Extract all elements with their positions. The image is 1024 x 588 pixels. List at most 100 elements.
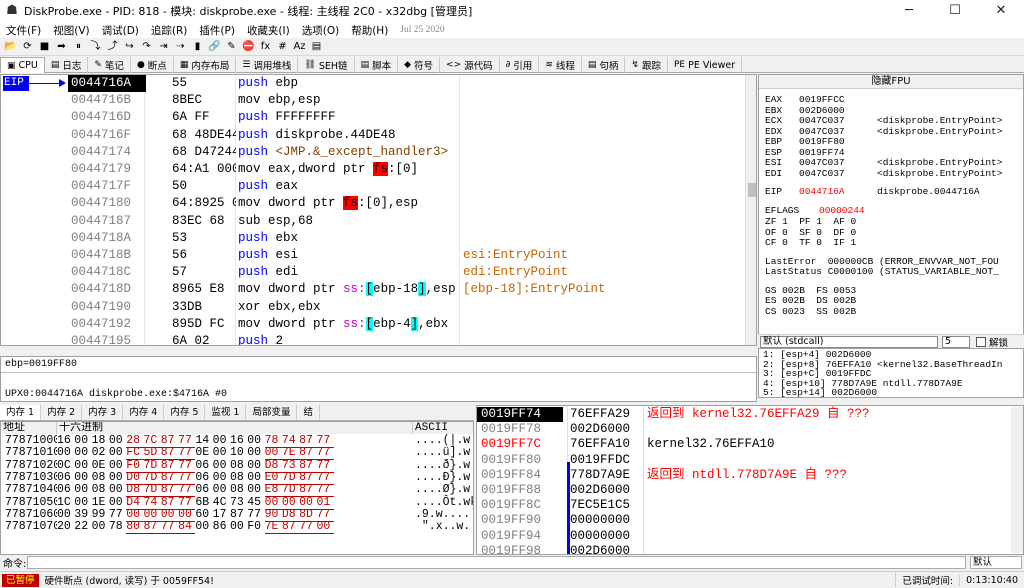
toolbar-icon[interactable]: ⤵ [88,39,103,54]
disasm-row[interactable]: 0044718C 57 push edi edi:EntryPoint [68,264,756,281]
register-line[interactable]: EDI 0047C037 <diskprobe.EntryPoint> [765,168,1002,180]
register-line[interactable]: EAX 0019FFCC [765,94,877,106]
tab-句柄[interactable]: ▤ 句柄 [582,57,626,73]
toolbar-icon[interactable]: ⇥ [156,39,171,54]
toolbar-icon[interactable]: ➡ [54,39,69,54]
menu-item[interactable]: 文件(F) [0,23,47,38]
tab-内存布局[interactable]: ▦ 内存布局 [174,57,237,73]
disasm-row[interactable]: 00447192 895D FC mov dword ptr ss:[ebp-4],… [68,316,756,333]
command-input[interactable] [27,556,966,569]
toolbar-icon[interactable]: ⇢ [173,39,188,54]
dump-tab[interactable]: 内存 1 [0,405,42,420]
menu-item[interactable]: 视图(V) [47,23,95,38]
menu-item[interactable]: 调试(D) [96,23,145,38]
disasm-row[interactable]: 00447180 64:8925 0 mov dword ptr fs:[0],es… [68,195,756,212]
menu-item[interactable]: 追踪(R) [145,23,194,38]
tab-断点[interactable]: ● 断点 [131,57,174,73]
toolbar-icon[interactable]: ⤴ [105,39,120,54]
disasm-row[interactable]: 00447174 68 D47244 push <JMP.&_except_hand… [68,144,756,161]
disasm-row[interactable]: 0044718B 56 push esi esi:EntryPoint [68,247,756,264]
toolbar-icon[interactable]: fx [258,39,273,54]
stack-view[interactable]: 0019FF74 76EFFA29 返回到 kernel32.76EFFA29 自 … [476,405,1024,555]
hide-fpu-button[interactable]: 隐藏FPU [759,75,1023,89]
callconv-select[interactable]: 默认 (stdcall) [760,335,938,348]
disasm-row[interactable]: 0044717F 50 push eax [68,178,756,195]
scroll-thumb[interactable] [748,183,756,197]
memory-dump[interactable]: 地址 十六进制 ASCII 77871000 16 00 18 00 28 7C 87 77 14… [0,421,474,555]
disasm-row[interactable]: 0044716A 55 push ebp [68,75,756,92]
stack-row[interactable]: 0019FF8C 7EC5E1C5 [477,498,1023,513]
toolbar-icon[interactable]: ▤ [309,39,324,54]
dump-row[interactable]: 77871010 00 00 02 00 FC 5D 87 77 0E 00 10 00 00 7E 87 77… [1,447,473,461]
arg-count-spinner[interactable]: 5 [942,335,970,348]
disasm-row[interactable]: 0044718D 8965 E8 mov dword ptr ss:[ebp-18]… [68,281,756,298]
register-line[interactable]: EBP 0019FF80 [765,136,877,148]
toolbar-icon[interactable]: 🔗 [207,39,222,54]
menu-item[interactable]: 收藏夹(I) [241,23,296,38]
disasm-row[interactable]: 0044716B 8BEC mov ebp,esp [68,92,756,109]
arg-row[interactable]: 4: [esp+10] 778D7A9E ntdll.778D7A9E [763,379,1021,389]
dump-tab[interactable]: 内存 5 [164,405,206,420]
tab-跟踪[interactable]: ↯ 跟踪 [625,57,668,73]
eflags-line[interactable]: EFLAGS 00000244 [765,205,865,217]
stack-row[interactable]: 0019FF90 00000000 [477,513,1023,528]
stack-row[interactable]: 0019FF88 002D6000 [477,483,1023,498]
disasm-row[interactable]: 00447179 64:A1 000 mov eax,dword ptr fs:[0… [68,161,756,178]
dump-tab[interactable]: 监视 1 [205,405,247,420]
arg-row[interactable]: 3: [esp+C] 0019FFDC [763,369,1021,379]
stack-row[interactable]: 0019FF98 002D6000 [477,544,1023,554]
toolbar-icon[interactable]: # [275,39,290,54]
dump-tab[interactable]: 局部变量 [246,405,298,420]
stack-scrollbar[interactable] [1011,407,1023,553]
tab-调用堆栈[interactable]: ☰ 调用堆栈 [236,57,299,73]
menu-item[interactable]: 选项(O) [296,23,345,38]
flags-line[interactable]: CF 0 TF 0 IF 1 [765,237,856,249]
tab-引用[interactable]: ∂ 引用 [500,57,540,73]
arg-row[interactable]: 5: [esp+14] 002D6000 [763,388,1021,398]
dump-tab[interactable]: 内存 3 [82,405,124,420]
dump-row[interactable]: 77871040 06 00 08 00 D8 7D 87 77 06 00 08 00 E8 7D 87 77… [1,484,473,498]
disasm-row[interactable]: 0044718A 53 push ebx [68,230,756,247]
close-button[interactable]: ✕ [978,0,1024,22]
toolbar-icon[interactable]: ↷ [139,39,154,54]
flags-line[interactable]: ZF 1 PF 1 AF 0 [765,216,856,228]
toolbar-icon[interactable]: ✎ [224,39,239,54]
tab-脚本[interactable]: ▤ 脚本 [355,57,399,73]
tab-符号[interactable]: ◆ 符号 [398,57,441,73]
tab-CPU[interactable]: ▣ CPU [0,57,45,73]
tab-日志[interactable]: ▤ 日志 [45,57,89,73]
toolbar-icon[interactable]: ⏸ [71,39,86,54]
tab-SEH链[interactable]: ⛓ SEH链 [298,57,355,73]
args-panel[interactable]: 1: [esp+4] 002D6000 2: [esp+8] 76EFFA10 <… [758,348,1024,398]
toolbar-icon[interactable]: Az [292,39,307,54]
stack-row[interactable]: 0019FF7C 76EFFA10 kernel32.76EFFA10 [477,437,1023,452]
toolbar-icon[interactable]: ⟳ [20,39,35,54]
register-line-eip[interactable]: EIP 0044716A diskprobe.0044716A [765,186,980,198]
disasm-row[interactable]: 00447187 83EC 68 sub esp,68 [68,213,756,230]
stack-row[interactable]: 0019FF94 00000000 [477,529,1023,544]
dump-tab[interactable]: 内存 4 [123,405,165,420]
toolbar-icon[interactable]: 📂 [3,39,18,54]
registers-panel[interactable]: 隐藏FPU EAX 0019FFCC EBX 002D6000 ECX 0047C037 <… [758,74,1024,346]
arg-row[interactable]: 1: [esp+4] 002D6000 [763,350,1021,360]
stack-row[interactable]: 0019FF74 76EFFA29 返回到 kernel32.76EFFA29 自 … [477,407,1023,422]
disasm-scrollbar[interactable] [745,75,756,345]
dump-row[interactable]: 77871070 20 22 00 78 80 87 77 84 00 86 00 F0 7E 87 77 00… [1,521,473,535]
tab-线程[interactable]: ≋ 线程 [539,57,582,73]
dump-row[interactable]: 77871050 1C 00 1E 00 D4 74 87 77 6B 4C 73 45 00 00 00 01… [1,496,473,510]
stack-row[interactable]: 0019FF80 0019FFDC [477,453,1023,468]
toolbar-icon[interactable]: ⛔ [241,39,256,54]
disasm-row[interactable]: 00447195 6A 02 push 2 [68,333,756,345]
arg-row[interactable]: 2: [esp+8] 76EFFA10 <kernel32.BaseThread… [763,360,1021,370]
unlock-checkbox[interactable] [976,336,986,347]
disasm-row[interactable]: 0044716D 6A FF push FFFFFFFF [68,109,756,126]
menu-item[interactable]: 帮助(H) [345,23,394,38]
tab-笔记[interactable]: ✎ 笔记 [88,57,131,73]
menu-item[interactable]: 插件(P) [193,23,241,38]
stack-row[interactable]: 0019FF84 778D7A9E 返回到 ntdll.778D7A9E 自 ??? [477,468,1023,483]
maximize-button[interactable]: ☐ [932,0,978,22]
disasm-row[interactable]: 0044716F 68 48DE44 push diskprobe.44DE48 [68,127,756,144]
disasm-row[interactable]: 00447190 33DB xor ebx,ebx [68,299,756,316]
toolbar-icon[interactable]: ▮ [190,39,205,54]
toolbar-icon[interactable]: ■ [37,39,52,54]
